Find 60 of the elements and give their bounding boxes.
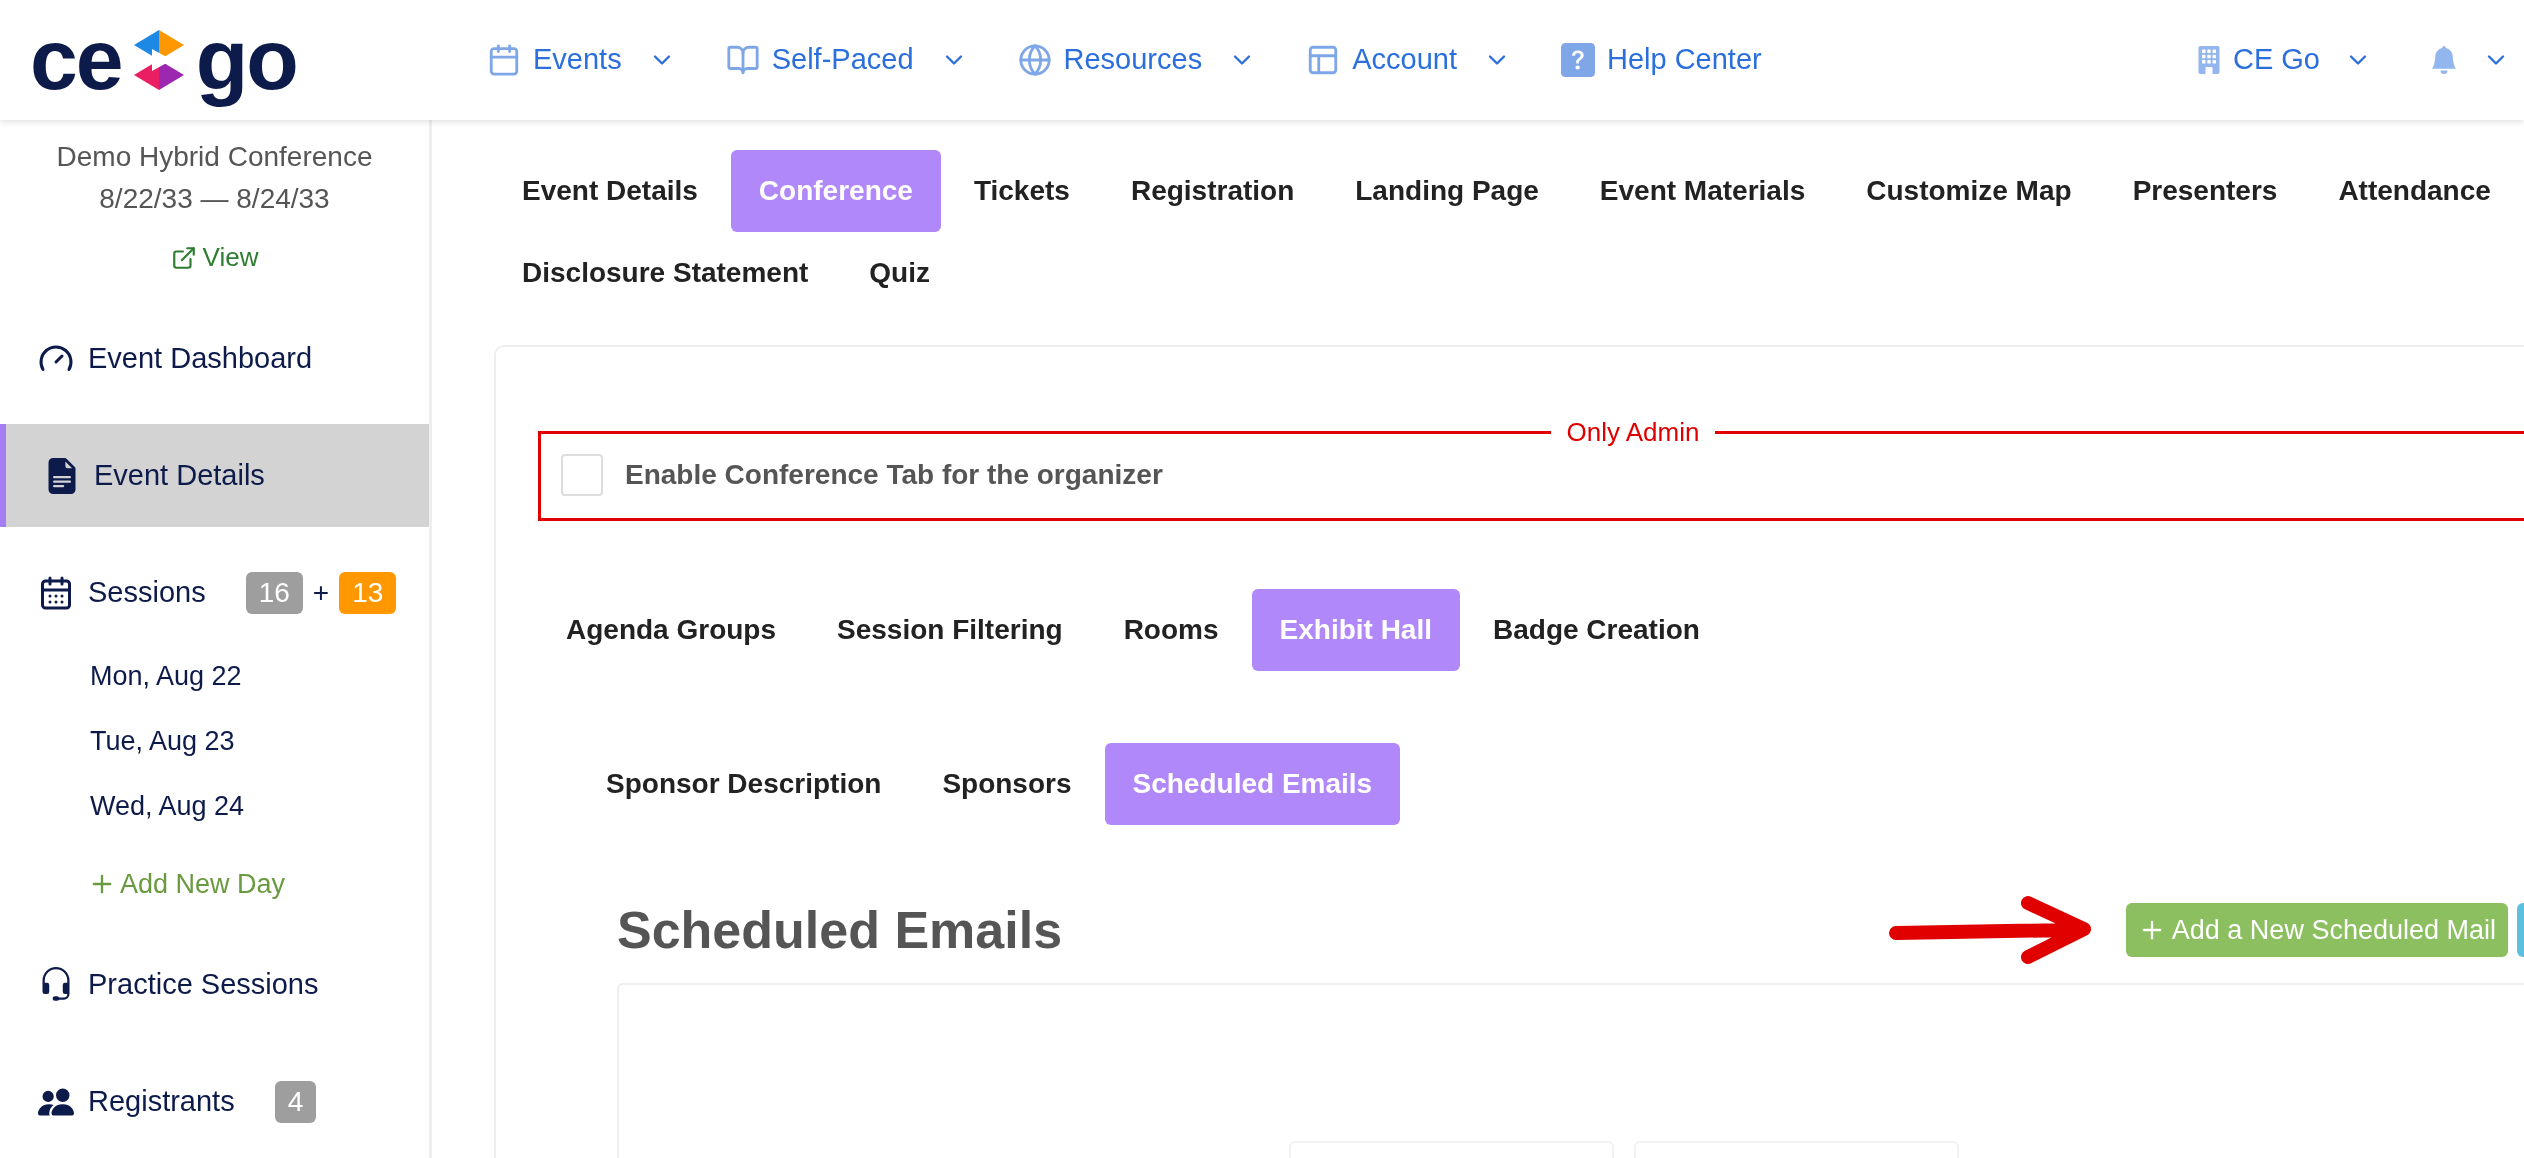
tab[interactable]: Event Materials xyxy=(1571,150,1834,232)
plus-sign: + xyxy=(312,575,330,610)
logo[interactable]: ce go xyxy=(30,4,330,116)
nav-label: Resources xyxy=(1063,42,1203,78)
day-link[interactable]: Mon, Aug 22 xyxy=(0,644,429,709)
organization-label: CE Go xyxy=(2232,42,2320,78)
sidebar-item[interactable]: Event Dashboard xyxy=(0,307,429,410)
external-link-icon xyxy=(170,244,197,271)
tab[interactable]: Tickets xyxy=(945,150,1098,232)
sidebar-item[interactable]: Event Details xyxy=(0,424,429,527)
tab[interactable]: Registration xyxy=(1102,150,1323,232)
tab[interactable]: Rooms xyxy=(1095,589,1247,671)
sidebar-label: Event Details xyxy=(94,457,265,493)
tab[interactable]: Agenda Groups xyxy=(538,589,804,671)
tab[interactable]: Sponsors xyxy=(914,743,1100,825)
sidebar-label: Sessions xyxy=(88,574,206,610)
nav-label: Events xyxy=(533,42,622,78)
calendar-icon xyxy=(38,574,74,611)
tab[interactable]: Event Details xyxy=(494,150,726,232)
help-icon xyxy=(1560,43,1595,77)
count-badge: 4 xyxy=(274,1080,317,1123)
organization-menu[interactable]: CE Go xyxy=(2194,38,2372,82)
nav-label: Account xyxy=(1352,42,1457,78)
checkbox-label: Enable Conference Tab for the organizer xyxy=(625,458,1163,492)
tab[interactable]: Quiz xyxy=(841,232,958,314)
sidebar-label: Event Dashboard xyxy=(88,340,313,376)
event-dates: 8/22/33 — 8/24/33 xyxy=(98,182,331,216)
section-heading: Scheduled Emails xyxy=(617,900,1063,961)
sidebar-label: Practice Sessions xyxy=(88,966,319,1002)
tab[interactable]: Session Filtering xyxy=(809,589,1091,671)
sidebar-item[interactable]: Sessions 16 + 13 xyxy=(0,541,429,644)
book-icon xyxy=(725,43,760,77)
count-badge: 13 xyxy=(339,571,397,614)
admin-legend: Only Admin xyxy=(1550,413,1716,452)
tab[interactable]: Sponsor Description xyxy=(578,743,910,825)
nav-label: Help Center xyxy=(1606,42,1762,78)
globe-icon xyxy=(1017,43,1052,77)
event-title: Demo Hybrid Conference xyxy=(55,140,374,174)
sidebar-item[interactable]: Practice Sessions xyxy=(0,933,429,1036)
day-link[interactable]: Wed, Aug 24 xyxy=(0,774,429,839)
calendar-icon xyxy=(487,43,521,77)
sidebar-label: Registrants xyxy=(88,1083,235,1119)
nav-label: Self-Paced xyxy=(771,42,914,78)
sidebar-item[interactable]: Registrants 4 xyxy=(0,1050,429,1153)
day-link[interactable]: Tue, Aug 23 xyxy=(0,709,429,774)
count-badge: 16 xyxy=(245,571,303,614)
nav-menu-item[interactable]: Help Center xyxy=(1560,38,1762,82)
tab[interactable]: Customize Map xyxy=(1838,150,2100,232)
nav-menu-item[interactable]: Events xyxy=(487,38,676,82)
checkbox[interactable] xyxy=(561,454,603,496)
nav-menu-item[interactable]: Self-Paced xyxy=(725,38,968,82)
tab[interactable]: Presenters xyxy=(2104,150,2306,232)
tab[interactable]: Badge Creation xyxy=(1465,589,1728,671)
tab[interactable]: Disclosure Statement xyxy=(494,232,837,314)
view-link[interactable]: View xyxy=(170,238,259,277)
tab[interactable]: Landing Page xyxy=(1327,150,1567,232)
nav-menu-item[interactable]: Account xyxy=(1306,38,1511,82)
bell-icon xyxy=(2430,46,2458,74)
tab[interactable]: Attendance xyxy=(2310,150,2519,232)
nav-menu-item[interactable]: Resources xyxy=(1017,38,1257,82)
